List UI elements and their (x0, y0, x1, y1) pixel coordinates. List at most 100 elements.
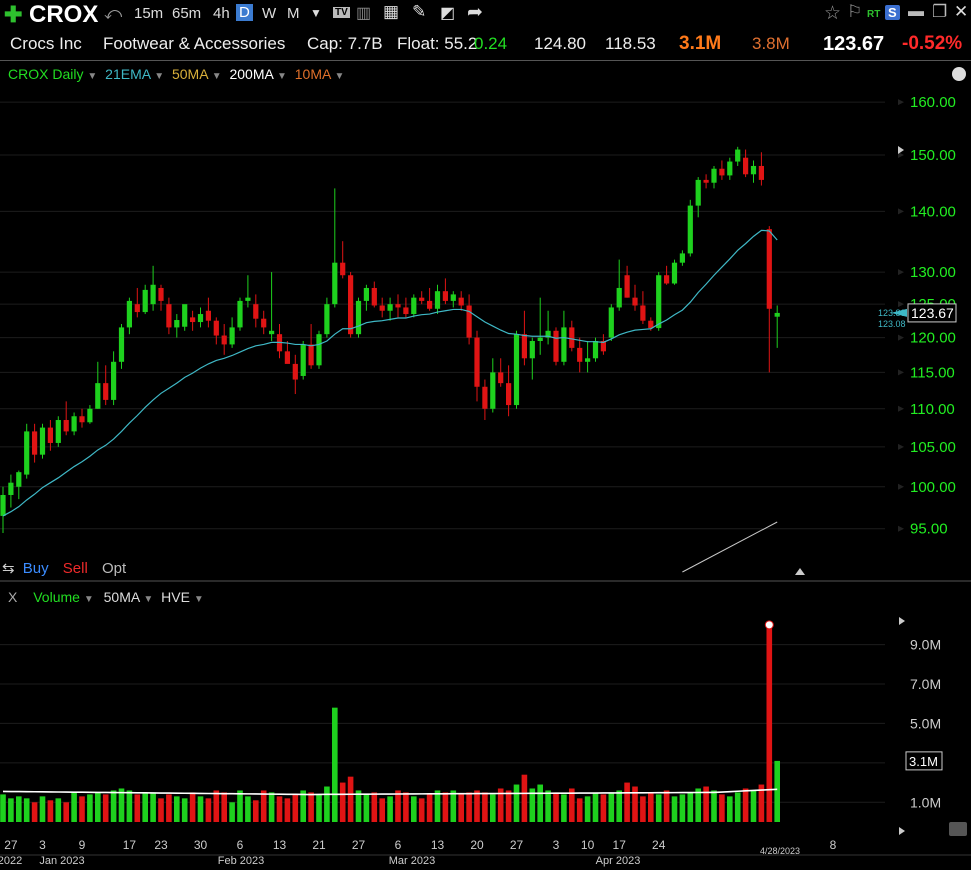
legend-symbol[interactable]: CROX Daily (8, 66, 83, 82)
volume-bar (640, 796, 646, 822)
candle-body (0, 494, 6, 516)
candle-body (427, 300, 433, 309)
volume-bar (403, 792, 409, 822)
date-tick-label: 13 (431, 838, 445, 852)
candle-body (253, 304, 259, 319)
panel-toggle-icon (949, 822, 967, 836)
volume-bar (482, 792, 488, 822)
date-tick-label: 13 (273, 838, 287, 852)
volume-bar (695, 788, 701, 822)
volume-bar (671, 796, 678, 822)
price-volume-chart[interactable]: 95.00100.00105.00110.00115.00120.00125.0… (0, 0, 971, 870)
candle-body (111, 361, 117, 400)
candle-body (308, 344, 314, 366)
candle-body (8, 482, 14, 495)
candle-body (126, 300, 132, 328)
price-tick-label: 115.00 (910, 364, 955, 381)
volume-bar (663, 790, 670, 822)
chevron-right-icon (898, 146, 904, 154)
candle-body (103, 383, 109, 400)
volume-bar (79, 796, 85, 822)
volume-bar (316, 794, 322, 822)
candle-body (316, 334, 322, 366)
candle-body (450, 294, 456, 301)
candle-body (434, 291, 441, 309)
date-tick-label: 27 (352, 838, 366, 852)
volume-bar (181, 798, 188, 822)
price-tick-label: 95.00 (910, 521, 948, 538)
date-tick-label: 3 (39, 838, 46, 852)
volume-bar (711, 790, 717, 822)
volume-bar (276, 796, 283, 822)
volume-bar (347, 776, 354, 822)
chevron-down-icon[interactable]: ▼ (154, 71, 164, 82)
candle-body (553, 330, 559, 362)
date-tick-label: 9 (79, 838, 86, 852)
volume-bar (142, 792, 148, 822)
candle-body (387, 304, 393, 311)
hve-label[interactable]: HVE (161, 589, 190, 605)
price-tick-marker (898, 443, 904, 450)
chevron-down-icon[interactable]: ▼ (143, 594, 153, 605)
price-tick-label: 130.00 (910, 264, 956, 281)
date-tick-label: 20 (470, 838, 484, 852)
options-button[interactable]: Opt (102, 560, 126, 577)
close-volume-button[interactable]: X (8, 589, 17, 605)
candle-body (205, 310, 211, 321)
candle-body (134, 304, 140, 313)
volume-bar (332, 707, 338, 822)
volume-bar (450, 790, 457, 822)
candle-body (569, 327, 575, 348)
chevron-down-icon[interactable]: ▼ (212, 71, 222, 82)
candle-body (79, 416, 85, 423)
legend-10ma[interactable]: 10MA (295, 66, 331, 82)
volume-bar (260, 790, 267, 822)
volume-bar (766, 624, 773, 822)
candle-body (261, 318, 267, 328)
price-tick-label: 110.00 (910, 401, 955, 418)
sell-button[interactable]: Sell (63, 560, 88, 577)
candle-body (269, 330, 275, 335)
volume-bar (339, 782, 346, 822)
candle-body (87, 408, 93, 423)
candle-body (521, 334, 527, 359)
candle-body (711, 168, 717, 183)
price-tick-marker (898, 301, 904, 308)
chevron-down-icon[interactable]: ▼ (84, 594, 94, 605)
chevron-down-icon[interactable]: ▼ (277, 71, 287, 82)
volume-bar (466, 792, 472, 822)
volume-bar (624, 782, 630, 822)
volume-bar (426, 794, 433, 822)
volume-bar (16, 796, 22, 822)
candle-body (679, 253, 685, 263)
volume-bar (292, 794, 299, 822)
candle-body (624, 275, 630, 298)
volume-bar (521, 774, 528, 822)
candle-body (506, 383, 512, 406)
candle-body (63, 420, 69, 432)
volume-bar (134, 794, 141, 822)
volume-bar (434, 790, 441, 822)
candle-body (158, 287, 164, 301)
candle-body (355, 300, 362, 335)
candle-body (24, 431, 30, 475)
legend-50ma[interactable]: 50MA (172, 66, 208, 82)
chevron-down-icon[interactable]: ▼ (194, 594, 204, 605)
buy-button[interactable]: Buy (23, 560, 49, 577)
candle-body (419, 297, 425, 301)
candle-body (687, 205, 693, 254)
legend-200ma[interactable]: 200MA (229, 66, 273, 82)
volume-bar (458, 794, 464, 822)
volume-bar (363, 794, 370, 822)
candle-body (32, 431, 38, 455)
chevron-down-icon[interactable]: ▼ (334, 71, 344, 82)
legend-21ema[interactable]: 21EMA (105, 66, 150, 82)
volume-bar (584, 796, 591, 822)
price-tick-marker (898, 369, 904, 376)
volume-label[interactable]: Volume (33, 589, 80, 605)
swap-icon[interactable]: ⇆ (2, 560, 15, 577)
chevron-down-icon[interactable]: ▼ (87, 71, 97, 82)
candle-body (229, 327, 235, 345)
volume-50ma-label[interactable]: 50MA (104, 589, 140, 605)
low-marker-label: 123.08 (878, 319, 906, 329)
